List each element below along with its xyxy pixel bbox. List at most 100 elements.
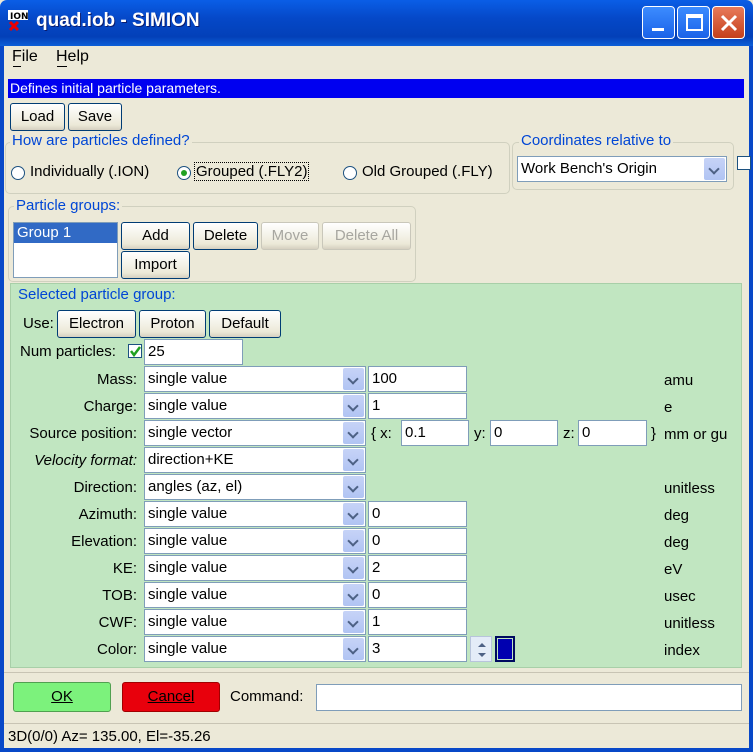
move-group-button[interactable]: Move (261, 222, 319, 250)
menu-help[interactable]: Help (56, 48, 89, 66)
chevron-down-icon[interactable] (343, 584, 364, 606)
window-title: quad.iob - SIMION (36, 10, 200, 31)
chevron-down-icon[interactable] (343, 422, 364, 444)
source-position-unit: mm or gu (664, 426, 728, 443)
color-field[interactable]: 3 (368, 636, 467, 662)
list-item[interactable]: Group 1 (14, 223, 117, 243)
direction-label: Direction: (73, 479, 137, 496)
tob-mode-select[interactable]: single value (144, 582, 366, 608)
velocity-format-select[interactable]: direction+KE (144, 447, 366, 473)
chevron-down-icon[interactable] (343, 530, 364, 552)
elevation-field[interactable]: 0 (368, 528, 467, 554)
vector-close-brace: } (651, 425, 657, 442)
add-group-button[interactable]: Add (121, 222, 190, 250)
mass-label: Mass: (96, 371, 137, 388)
coordinates-select[interactable]: Work Bench's Origin (517, 156, 727, 182)
chevron-down-icon[interactable] (704, 158, 725, 180)
charge-field[interactable]: 1 (368, 393, 467, 419)
spin-arrows-icon (478, 643, 486, 657)
source-z-field[interactable]: 0 (578, 420, 647, 446)
radio-individually[interactable] (11, 166, 25, 180)
elevation-label: Elevation: (71, 533, 137, 550)
vector-z-label: z: (563, 425, 575, 442)
direction-mode-select[interactable]: angles (az, el) (144, 474, 366, 500)
color-label: Color: (96, 641, 137, 658)
menu-file-mnemonic (13, 66, 21, 67)
footer-divider (4, 672, 749, 673)
delete-group-button[interactable]: Delete (193, 222, 258, 250)
chevron-down-icon[interactable] (343, 557, 364, 579)
radio-old-grouped[interactable] (343, 166, 357, 180)
elevation-mode-select[interactable]: single value (144, 528, 366, 554)
vector-open-brace: { x: (371, 425, 392, 442)
color-swatch-fill (498, 639, 512, 659)
proton-button[interactable]: Proton (139, 310, 206, 338)
charge-label: Charge: (83, 398, 137, 415)
ke-unit: eV (664, 561, 683, 578)
chevron-down-icon[interactable] (343, 449, 364, 471)
source-position-label: Source position: (29, 425, 137, 442)
electron-button[interactable]: Electron (57, 310, 136, 338)
azimuth-label: Azimuth: (78, 506, 137, 523)
particle-groups-label: Particle groups: (14, 197, 123, 214)
direction-unit: unitless (664, 480, 715, 497)
source-x-field[interactable]: 0.1 (401, 420, 469, 446)
maximize-button[interactable] (677, 6, 710, 39)
azimuth-field[interactable]: 0 (368, 501, 467, 527)
vector-y-label: y: (474, 425, 486, 442)
ke-field[interactable]: 2 (368, 555, 467, 581)
cancel-button[interactable]: Cancel (122, 682, 220, 712)
charge-unit: e (664, 399, 673, 416)
mass-mode-select[interactable]: single value (144, 366, 366, 392)
tob-unit: usec (664, 588, 696, 605)
coordinates-label: Coordinates relative to (519, 132, 674, 149)
ok-button[interactable]: OK (13, 682, 111, 712)
particle-groups-list[interactable]: Group 1 (13, 222, 118, 278)
default-button[interactable]: Default (209, 310, 281, 338)
load-button[interactable]: Load (10, 103, 65, 131)
radio-old-grouped-label[interactable]: Old Grouped (.FLY) (362, 163, 493, 180)
color-mode-select[interactable]: single value (144, 636, 366, 662)
azimuth-mode-select[interactable]: single value (144, 501, 366, 527)
cwf-field[interactable]: 1 (368, 609, 467, 635)
close-icon (720, 14, 738, 32)
save-button[interactable]: Save (68, 103, 122, 131)
ke-label: KE: (112, 560, 137, 577)
radio-grouped[interactable] (177, 166, 191, 180)
simion-app-icon: ION (6, 8, 32, 34)
chevron-down-icon[interactable] (343, 503, 364, 525)
command-input[interactable] (316, 684, 742, 711)
delete-all-button[interactable]: Delete All (322, 222, 411, 250)
tob-field[interactable]: 0 (368, 582, 467, 608)
velocity-format-label: Velocity format: (34, 452, 137, 469)
mass-field[interactable]: 100 (368, 366, 467, 392)
radio-grouped-label[interactable]: Grouped (.FLY2) (194, 162, 310, 181)
minimize-button[interactable] (642, 6, 675, 39)
cwf-mode-select[interactable]: single value (144, 609, 366, 635)
import-button[interactable]: Import (121, 251, 190, 279)
command-label: Command: (230, 688, 304, 705)
source-y-field[interactable]: 0 (490, 420, 558, 446)
extra-checkbox[interactable] (737, 156, 751, 170)
menu-file[interactable]: File (12, 48, 38, 66)
chevron-down-icon[interactable] (343, 638, 364, 660)
tob-label: TOB: (102, 587, 137, 604)
selected-group-label: Selected particle group: (18, 286, 176, 303)
num-particles-field[interactable]: 25 (144, 339, 243, 365)
charge-mode-select[interactable]: single value (144, 393, 366, 419)
ke-mode-select[interactable]: single value (144, 555, 366, 581)
status-bar: 3D(0/0) Az= 135.00, El=-35.26 (4, 723, 749, 748)
source-position-mode-select[interactable]: single vector (144, 420, 366, 446)
chevron-down-icon[interactable] (343, 611, 364, 633)
color-unit: index (664, 642, 700, 659)
num-particles-checkbox[interactable] (128, 344, 142, 358)
radio-individually-label[interactable]: Individually (.ION) (30, 163, 149, 180)
definition-label: How are particles defined? (10, 132, 192, 149)
color-spinner[interactable] (470, 636, 492, 662)
chevron-down-icon[interactable] (343, 476, 364, 498)
info-bar: Defines initial particle parameters. (8, 79, 744, 98)
chevron-down-icon[interactable] (343, 395, 364, 417)
close-button[interactable] (712, 6, 745, 39)
chevron-down-icon[interactable] (343, 368, 364, 390)
elevation-unit: deg (664, 534, 690, 551)
